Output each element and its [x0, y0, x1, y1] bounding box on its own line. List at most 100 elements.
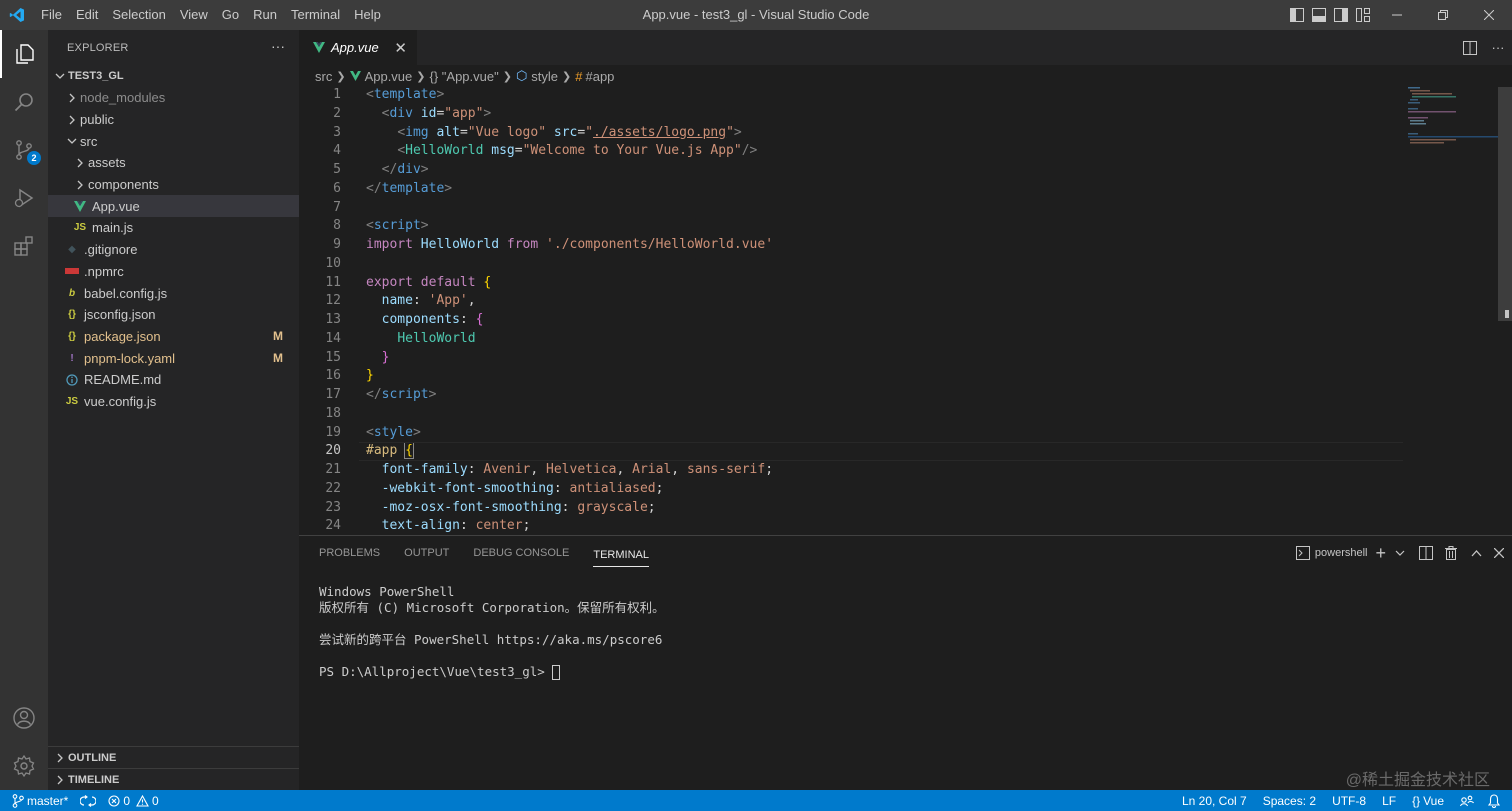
- babel-icon: b: [68, 287, 76, 299]
- scm-badge: 2: [27, 151, 41, 165]
- source-control-icon[interactable]: 2: [0, 126, 48, 174]
- more-actions-icon[interactable]: ···: [271, 38, 285, 54]
- code-editor[interactable]: 1 <template> 2 <div id="app"> 3 <img alt=…: [299, 86, 1403, 536]
- sync-icon[interactable]: [74, 794, 102, 807]
- tree-item-src[interactable]: src: [48, 130, 299, 152]
- tree-item-readme[interactable]: README.md: [48, 369, 299, 391]
- language-mode[interactable]: {} Vue: [1404, 794, 1452, 808]
- split-terminal-icon[interactable]: [1419, 546, 1433, 560]
- code-line: 8 <script>: [299, 217, 1399, 236]
- editor-tabs: App.vue ✕ ···: [299, 30, 1512, 65]
- tree-item-node-modules[interactable]: node_modules: [48, 87, 299, 109]
- tree-item-pnpm-lock[interactable]: ! pnpm-lock.yaml M: [48, 347, 299, 369]
- breadcrumb-module[interactable]: {} "App.vue": [429, 69, 498, 84]
- menu-go[interactable]: Go: [215, 0, 246, 30]
- breadcrumb-file[interactable]: App.vue: [365, 69, 413, 84]
- editor-scrollbar[interactable]: [1498, 87, 1512, 321]
- indentation[interactable]: Spaces: 2: [1255, 794, 1324, 808]
- menu-run[interactable]: Run: [246, 0, 284, 30]
- menu-help[interactable]: Help: [347, 0, 388, 30]
- tree-item-npmrc[interactable]: .npmrc: [48, 261, 299, 283]
- problems-status[interactable]: 0 0: [102, 794, 164, 808]
- end-of-line[interactable]: LF: [1374, 794, 1404, 808]
- menu-selection[interactable]: Selection: [105, 0, 172, 30]
- tree-item-jsconfig[interactable]: {} jsconfig.json: [48, 304, 299, 326]
- encoding[interactable]: UTF-8: [1324, 794, 1374, 808]
- line-number: 9: [333, 237, 341, 252]
- tab-app-vue[interactable]: App.vue ✕: [299, 30, 417, 65]
- menu-terminal[interactable]: Terminal: [284, 0, 347, 30]
- workspace-root-folder[interactable]: TEST3_GL: [48, 65, 299, 87]
- outline-section[interactable]: OUTLINE: [48, 746, 299, 768]
- toggle-sidebar-icon[interactable]: [1286, 0, 1308, 30]
- settings-gear-icon[interactable]: [0, 742, 48, 790]
- maximize-panel-icon[interactable]: [1471, 549, 1482, 557]
- line-number: 8: [333, 218, 341, 234]
- breadcrumb-src[interactable]: src: [315, 69, 332, 84]
- git-icon: ◆: [68, 244, 76, 256]
- tree-item-vue-config[interactable]: JS vue.config.js: [48, 391, 299, 413]
- customize-layout-icon[interactable]: [1352, 0, 1374, 30]
- explorer-icon[interactable]: [0, 30, 48, 78]
- new-terminal-plus-icon[interactable]: +: [1375, 543, 1386, 564]
- line-number: 20: [325, 443, 341, 459]
- toggle-secondary-sidebar-icon[interactable]: [1330, 0, 1352, 30]
- menu-file[interactable]: File: [34, 0, 69, 30]
- more-actions-icon[interactable]: ···: [1484, 40, 1512, 55]
- menu-view[interactable]: View: [173, 0, 215, 30]
- status-bar: master* 0 0 Ln 20, Col 7 Spaces: 2 UTF-8…: [0, 790, 1512, 811]
- tree-item-public[interactable]: public: [48, 109, 299, 131]
- terminal-shell-selector[interactable]: powershell: [1295, 546, 1367, 560]
- split-editor-icon[interactable]: [1456, 40, 1484, 55]
- run-debug-icon[interactable]: [0, 174, 48, 222]
- notifications-bell-icon[interactable]: [1482, 793, 1512, 808]
- breadcrumb-selector[interactable]: #app: [585, 69, 614, 84]
- tree-item-label: assets: [88, 155, 126, 171]
- timeline-section[interactable]: TIMELINE: [48, 768, 299, 790]
- account-icon[interactable]: [0, 694, 48, 742]
- tree-item-main-js[interactable]: JS main.js: [48, 217, 299, 239]
- tab-debug-console[interactable]: DEBUG CONSOLE: [473, 536, 569, 570]
- close-panel-icon[interactable]: [1494, 548, 1504, 558]
- trash-icon[interactable]: [1445, 546, 1457, 560]
- close-tab-icon[interactable]: ✕: [394, 39, 407, 57]
- tree-item-label: App.vue: [92, 198, 140, 214]
- terminal-line: 版权所有 (C) Microsoft Corporation。保留所有权利。: [319, 600, 665, 615]
- feedback-icon[interactable]: [1452, 795, 1482, 807]
- tree-item-assets[interactable]: assets: [48, 152, 299, 174]
- tab-problems[interactable]: PROBLEMS: [319, 536, 380, 570]
- search-icon[interactable]: [0, 78, 48, 126]
- cursor-position[interactable]: Ln 20, Col 7: [1174, 794, 1255, 808]
- tab-output[interactable]: OUTPUT: [404, 536, 449, 570]
- branch-status[interactable]: master*: [0, 794, 74, 808]
- line-number: 4: [333, 143, 341, 159]
- code-line: 1 <template>: [299, 86, 1399, 105]
- line-number: 15: [325, 349, 341, 365]
- minimize-icon[interactable]: [1374, 0, 1420, 30]
- tree-item-components[interactable]: components: [48, 174, 299, 196]
- restore-icon[interactable]: [1420, 0, 1466, 30]
- breadcrumb-style[interactable]: style: [531, 69, 558, 84]
- extensions-icon[interactable]: [0, 222, 48, 270]
- tree-item-package-json[interactable]: {} package.json M: [48, 326, 299, 348]
- menu-bar: File Edit Selection View Go Run Terminal…: [34, 0, 388, 30]
- tab-terminal[interactable]: TERMINAL: [593, 539, 649, 567]
- tree-item-app-vue[interactable]: App.vue: [48, 195, 299, 218]
- code-line: 7: [299, 199, 1399, 218]
- chevron-down-icon[interactable]: [1395, 548, 1405, 558]
- line-number: 22: [325, 480, 341, 496]
- toggle-panel-icon[interactable]: [1308, 0, 1330, 30]
- line-number: 7: [333, 199, 341, 215]
- chevron-right-icon: ❯: [416, 70, 426, 83]
- error-count: 0: [123, 793, 131, 808]
- minimap[interactable]: [1408, 87, 1498, 147]
- terminal-output[interactable]: Windows PowerShell 版权所有 (C) Microsoft Co…: [319, 584, 665, 680]
- tree-item-gitignore[interactable]: ◆ .gitignore: [48, 239, 299, 261]
- tree-item-label: components: [88, 177, 159, 193]
- menu-edit[interactable]: Edit: [69, 0, 105, 30]
- terminal-prompt: PS D:\Allproject\Vue\test3_gl>: [319, 664, 665, 680]
- terminal-line: Windows PowerShell: [319, 584, 455, 599]
- close-window-icon[interactable]: [1466, 0, 1512, 30]
- tree-item-babel-config[interactable]: b babel.config.js: [48, 282, 299, 304]
- code-line: 14 HelloWorld: [299, 330, 1399, 349]
